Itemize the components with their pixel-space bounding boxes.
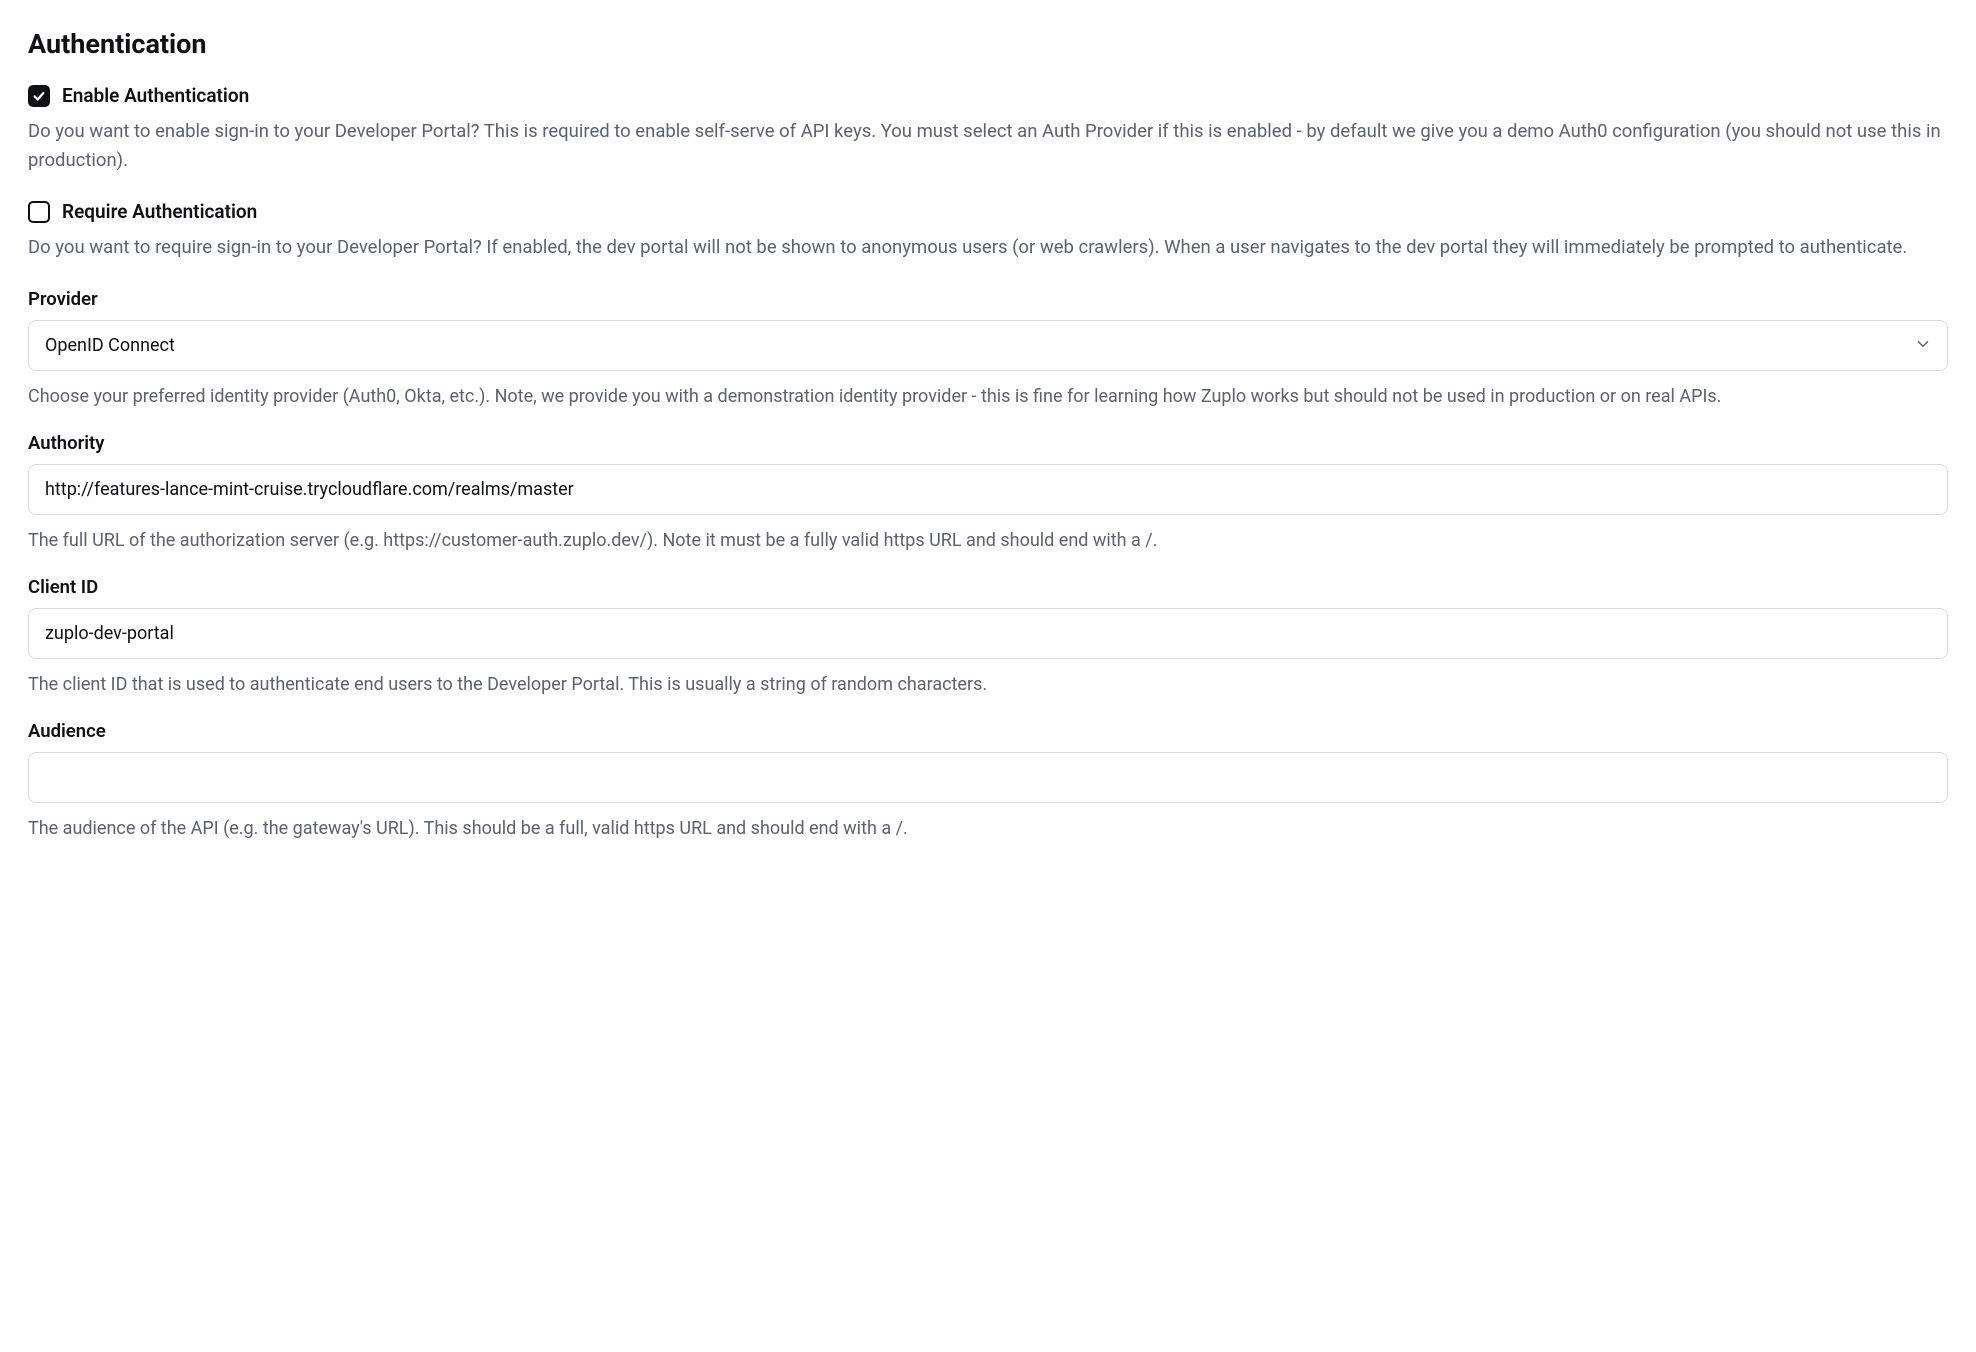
enable-authentication-label: Enable Authentication (62, 84, 249, 107)
require-authentication-row: Require Authentication (28, 200, 1948, 223)
authority-help-text: The full URL of the authorization server… (28, 527, 1948, 554)
require-authentication-checkbox[interactable] (28, 201, 50, 223)
client-id-label: Client ID (28, 576, 1948, 598)
authority-input[interactable] (28, 464, 1948, 515)
provider-field-group: Provider OpenID Connect Choose your pref… (28, 288, 1948, 410)
authority-field-group: Authority The full URL of the authorizat… (28, 432, 1948, 554)
enable-authentication-checkbox[interactable] (28, 85, 50, 107)
client-id-field-group: Client ID The client ID that is used to … (28, 576, 1948, 698)
provider-select[interactable]: OpenID Connect (28, 320, 1948, 371)
client-id-input[interactable] (28, 608, 1948, 659)
audience-help-text: The audience of the API (e.g. the gatewa… (28, 815, 1948, 842)
audience-label: Audience (28, 720, 1948, 742)
checkmark-icon (32, 89, 46, 103)
client-id-help-text: The client ID that is used to authentica… (28, 671, 1948, 698)
enable-authentication-row: Enable Authentication (28, 84, 1948, 107)
provider-select-wrapper: OpenID Connect (28, 320, 1948, 371)
provider-help-text: Choose your preferred identity provider … (28, 383, 1948, 410)
require-authentication-label: Require Authentication (62, 200, 257, 223)
require-authentication-description: Do you want to require sign-in to your D… (28, 233, 1948, 262)
enable-authentication-description: Do you want to enable sign-in to your De… (28, 117, 1948, 174)
audience-input[interactable] (28, 752, 1948, 803)
page-title: Authentication (28, 28, 1948, 60)
authority-label: Authority (28, 432, 1948, 454)
audience-field-group: Audience The audience of the API (e.g. t… (28, 720, 1948, 842)
provider-label: Provider (28, 288, 1948, 310)
